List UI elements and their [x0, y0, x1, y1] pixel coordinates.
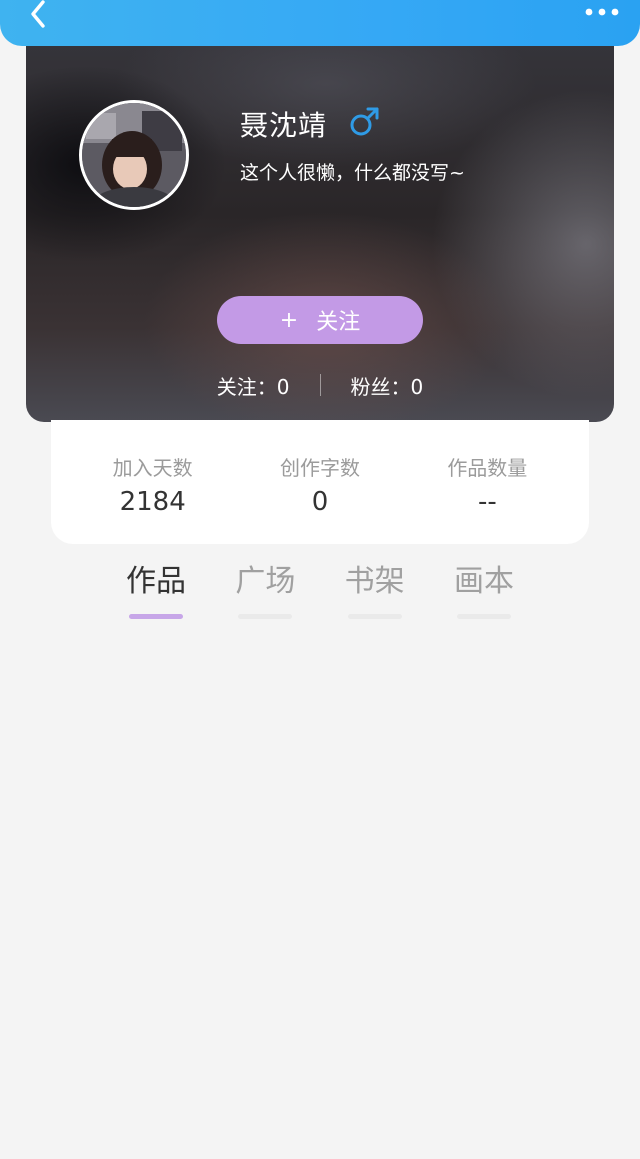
tab-indicator: [238, 614, 293, 619]
tab-square[interactable]: 广场: [211, 560, 319, 630]
male-icon: [350, 107, 379, 136]
user-bio: 这个人很懒，什么都没写~: [240, 162, 465, 184]
stat-value: 2184: [119, 487, 186, 517]
tab-label: 作品: [126, 564, 186, 599]
stat-value: --: [477, 487, 497, 517]
follow-button[interactable]: + 关注: [217, 296, 423, 344]
plus-icon: +: [279, 307, 299, 333]
chevron-left-icon: [31, 0, 45, 28]
stat-word-count: 创作字数 0: [236, 420, 403, 544]
follow-button-label: 关注: [316, 310, 361, 335]
stat-join-days: 加入天数 2184: [69, 420, 236, 544]
profile-card: 聂沈靖 这个人很懒，什么都没写~ + 关注 关注：0 粉丝：0: [26, 44, 614, 422]
follow-stats: 关注：0 粉丝：0: [26, 370, 614, 400]
content-tabs: 作品 广场 书架 画本: [102, 560, 538, 630]
following-count[interactable]: 关注：0: [217, 371, 290, 400]
more-button[interactable]: [582, 0, 622, 24]
stat-value: 0: [311, 487, 329, 517]
user-name: 聂沈靖: [240, 109, 328, 142]
tab-picture-book[interactable]: 画本: [430, 560, 538, 630]
tab-label: 画本: [453, 564, 514, 599]
stat-works-count: 作品数量 --: [404, 420, 571, 544]
top-bar: [0, 0, 640, 46]
tab-label: 书架: [344, 564, 405, 599]
avatar[interactable]: [79, 100, 189, 210]
tab-works[interactable]: 作品: [102, 560, 210, 630]
avatar-photo: [82, 103, 186, 207]
stats-divider: [319, 374, 321, 396]
more-dots-icon: [585, 8, 619, 16]
stat-label: 加入天数: [112, 456, 193, 480]
tab-indicator: [129, 614, 183, 619]
tab-indicator: [347, 614, 402, 619]
tab-label: 广场: [235, 564, 296, 599]
tab-bookshelf[interactable]: 书架: [321, 560, 429, 630]
fans-count[interactable]: 粉丝：0: [351, 371, 424, 400]
profile-page: 聂沈靖 这个人很懒，什么都没写~ + 关注 关注：0 粉丝：0 加入天数 218…: [0, 0, 640, 1159]
stat-label: 作品数量: [447, 456, 528, 480]
info-panel: 加入天数 2184 创作字数 0 作品数量 --: [51, 420, 589, 544]
stat-label: 创作字数: [279, 456, 360, 480]
back-button[interactable]: [18, 0, 58, 30]
tab-indicator: [456, 614, 511, 619]
